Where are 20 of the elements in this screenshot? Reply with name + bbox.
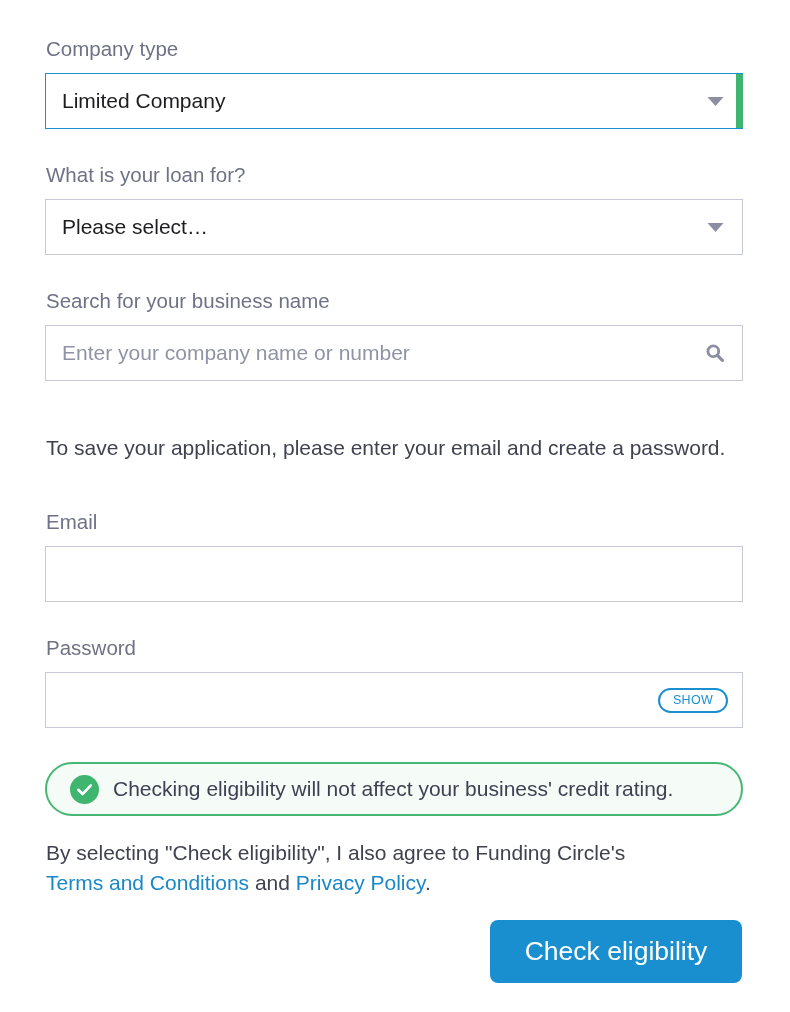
search-field[interactable]: Enter your company name or number bbox=[45, 325, 743, 381]
email-field[interactable] bbox=[45, 546, 743, 602]
submit-button[interactable]: Check eligibility bbox=[490, 920, 742, 983]
agreement-text: By selecting "Check eligibility", I also agree to Funding Circle's Terms and Conditions and Privacy Policy. bbox=[46, 840, 627, 896]
policy-link[interactable]: Terms and Conditions bbox=[46, 871, 250, 894]
field-label: Email bbox=[46, 510, 98, 534]
caret-icon bbox=[707, 96, 724, 106]
field-label: What is your loan for? bbox=[46, 163, 246, 187]
select-field[interactable]: Please select… bbox=[45, 199, 743, 255]
field-label: Company type bbox=[46, 37, 179, 61]
instruction-text: To save your application, please enter your email and create a password. bbox=[46, 436, 727, 460]
search-icon bbox=[706, 344, 724, 362]
field-label: Search for your business name bbox=[46, 289, 330, 313]
select-field[interactable]: Limited Company bbox=[45, 73, 743, 129]
password-field[interactable] bbox=[45, 672, 743, 728]
field-label: Password bbox=[46, 636, 136, 660]
check-icon bbox=[70, 774, 99, 804]
caret-icon bbox=[707, 222, 724, 232]
policy-link[interactable]: Privacy Policy bbox=[295, 871, 425, 894]
notice-text: Checking eligibility will not affect your business' credit rating. bbox=[113, 777, 674, 801]
